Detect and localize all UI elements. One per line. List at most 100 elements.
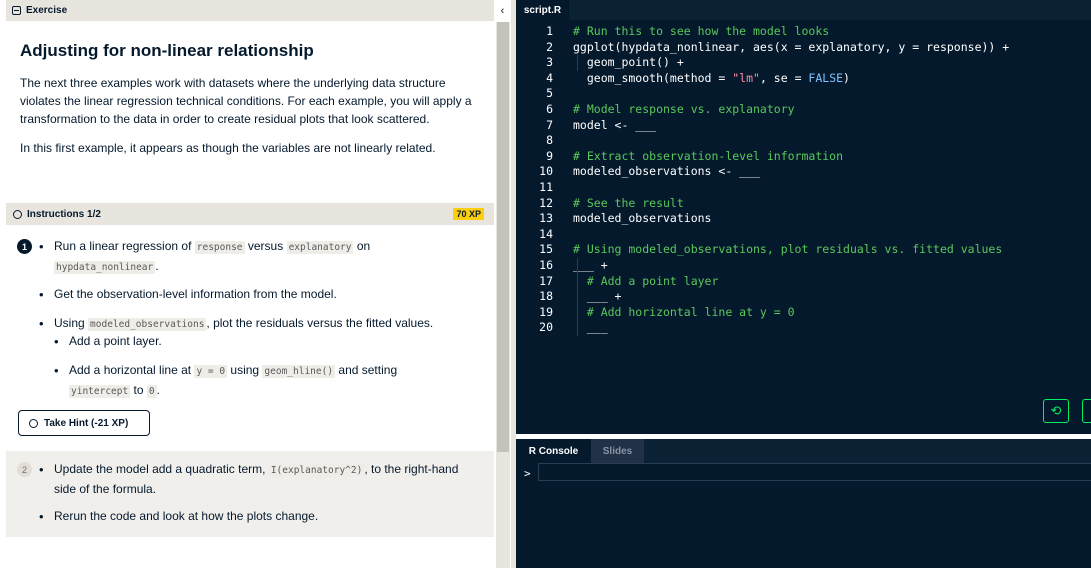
console-input[interactable] bbox=[538, 463, 1091, 481]
code-line[interactable]: 8 bbox=[516, 133, 1091, 149]
instruction-bullet-3: Using modeled_observations, plot the res… bbox=[39, 314, 484, 334]
code-text: modeled_observations <- ___ bbox=[573, 164, 760, 178]
check-circle-icon bbox=[13, 209, 22, 219]
exercise-header-label: Exercise bbox=[26, 5, 68, 16]
code-text: ___ + bbox=[573, 258, 608, 272]
console-tabbar: R Console Slides bbox=[516, 439, 1091, 463]
line-number: 2 bbox=[546, 39, 553, 54]
code-modeled-observations: modeled_observations bbox=[88, 318, 207, 331]
chevron-left-icon: ‹ bbox=[500, 4, 505, 17]
code-zero: 0 bbox=[146, 385, 157, 398]
step-number-1: 1 bbox=[17, 239, 32, 254]
code-line[interactable]: 1 # Run this to see how the model looks bbox=[516, 24, 1091, 40]
code-token: ___ + bbox=[573, 289, 622, 304]
code-text: geom_point() + bbox=[573, 55, 684, 69]
text: Update the model add a quadratic term, bbox=[54, 462, 266, 476]
line-number: 14 bbox=[539, 226, 553, 241]
line-number: 15 bbox=[539, 242, 553, 257]
exercise-panel: Exercise ‹ Adjusting for non-linear rela… bbox=[0, 0, 511, 568]
code-line[interactable]: 17 # Add a point layer bbox=[516, 274, 1091, 290]
text: . bbox=[155, 259, 159, 273]
code-line[interactable]: 14 bbox=[516, 227, 1091, 243]
code-line[interactable]: 6 # Model response vs. explanatory bbox=[516, 102, 1091, 118]
code-text: ___ bbox=[573, 320, 608, 334]
code-editor[interactable]: 1 # Run this to see how the model looks 2 g… bbox=[516, 22, 1091, 434]
code-token: ggplot(hypdata_nonlinear, aes(x = explan… bbox=[573, 39, 1010, 54]
line-number: 6 bbox=[546, 102, 553, 116]
code-text: # Extract observation-level information bbox=[573, 149, 843, 163]
code-line[interactable]: 19 # Add horizontal line at y = 0 bbox=[516, 305, 1091, 321]
text: using bbox=[230, 363, 260, 377]
indent-guide bbox=[577, 55, 578, 71]
exercise-paragraph-1: The next three examples work with datase… bbox=[20, 76, 472, 126]
code-line[interactable]: 15 # Using modeled_observations, plot res… bbox=[516, 242, 1091, 258]
scrollbar-thumb[interactable] bbox=[497, 22, 509, 452]
code-token: "lm" bbox=[732, 70, 760, 85]
code-line[interactable]: 4 geom_smooth(method = "lm", se = FALSE) bbox=[516, 71, 1091, 87]
instruction-subbullet-1: Add a point layer. bbox=[54, 332, 469, 351]
code-response: response bbox=[194, 241, 245, 254]
code-line[interactable]: 3 geom_point() + bbox=[516, 55, 1091, 71]
instruction-step-2[interactable]: 2 Update the model add a quadratic term,… bbox=[6, 451, 494, 537]
code-line[interactable]: 10 modeled_observations <- ___ bbox=[516, 164, 1091, 180]
code-token: # See the result bbox=[573, 195, 684, 210]
line-number: 7 bbox=[546, 117, 553, 132]
code-text: # See the result bbox=[573, 196, 684, 210]
code-line[interactable]: 18 ___ + bbox=[516, 289, 1091, 305]
tab-r-console[interactable]: R Console bbox=[516, 439, 591, 463]
step-number-2: 2 bbox=[17, 462, 32, 477]
exercise-description: Adjusting for non-linear relationship Th… bbox=[6, 21, 494, 157]
code-line[interactable]: 11 bbox=[516, 180, 1091, 196]
instructions-header: Instructions 1/2 70 XP bbox=[6, 203, 494, 225]
text: Run a linear regression of bbox=[54, 239, 192, 253]
code-line[interactable]: 12 # See the result bbox=[516, 196, 1091, 212]
code-yintercept: yintercept bbox=[69, 385, 131, 398]
editor-tabbar: script.R bbox=[516, 0, 1091, 20]
code-line[interactable]: 2 ggplot(hypdata_nonlinear, aes(x = expla… bbox=[516, 40, 1091, 56]
collapse-panel-button[interactable]: ‹ bbox=[494, 0, 511, 21]
hint-label: Take Hint (-21 XP) bbox=[44, 417, 129, 429]
code-token: modeled_observations <- ___ bbox=[573, 164, 760, 179]
tab-slides[interactable]: Slides bbox=[591, 439, 644, 463]
code-explanatory: explanatory bbox=[286, 241, 354, 254]
take-hint-button[interactable]: Take Hint (-21 XP) bbox=[18, 410, 150, 436]
code-line[interactable]: 7 model <- ___ bbox=[516, 118, 1091, 134]
xp-badge: 70 XP bbox=[453, 208, 484, 220]
code-line[interactable]: 9 # Extract observation-level information bbox=[516, 149, 1091, 165]
step2-bullet-1: Update the model add a quadratic term, I… bbox=[39, 460, 474, 499]
line-number: 11 bbox=[539, 180, 553, 194]
reset-button[interactable]: ⟲ bbox=[1043, 399, 1069, 423]
line-number: 3 bbox=[546, 55, 553, 70]
instruction-subbullet-2: Add a horizontal line at y = 0 using geo… bbox=[54, 361, 469, 401]
exercise-paragraph-2: In this first example, it appears as tho… bbox=[20, 141, 436, 155]
code-text: modeled_observations bbox=[573, 211, 711, 225]
text: Add a horizontal line at bbox=[69, 363, 192, 377]
code-token: , se = bbox=[759, 70, 809, 85]
code-token: geom_point() + bbox=[573, 55, 684, 70]
exercise-header: Exercise bbox=[6, 0, 494, 21]
line-number: 18 bbox=[539, 289, 553, 304]
code-text: # Model response vs. explanatory bbox=[573, 102, 795, 116]
step2-bullet-2: Rerun the code and look at how the plots… bbox=[39, 507, 474, 526]
run-button[interactable] bbox=[1082, 399, 1091, 423]
code-token: # Add a point layer bbox=[573, 273, 719, 288]
code-text: geom_smooth(method = "lm", se = FALSE) bbox=[573, 71, 850, 85]
code-line[interactable]: 16 ___ + bbox=[516, 258, 1091, 274]
code-token: ___ bbox=[573, 320, 608, 335]
code-line[interactable]: 13 modeled_observations bbox=[516, 211, 1091, 227]
text: . bbox=[156, 383, 160, 397]
reset-icon: ⟲ bbox=[1050, 403, 1062, 418]
line-number: 5 bbox=[546, 86, 553, 101]
line-number: 19 bbox=[539, 304, 553, 319]
code-line[interactable]: 5 bbox=[516, 86, 1091, 102]
code-text: model <- ___ bbox=[573, 118, 656, 132]
code-line[interactable]: 20 ___ bbox=[516, 320, 1091, 336]
text: and setting bbox=[338, 363, 398, 377]
text: Using bbox=[54, 316, 85, 330]
code-text: ___ + bbox=[573, 289, 622, 304]
line-number: 16 bbox=[539, 258, 553, 272]
code-text: # Add horizontal line at y = 0 bbox=[573, 305, 795, 319]
line-number: 12 bbox=[539, 195, 553, 210]
code-y0: y = 0 bbox=[194, 365, 228, 378]
tab-script-r[interactable]: script.R bbox=[516, 0, 569, 20]
